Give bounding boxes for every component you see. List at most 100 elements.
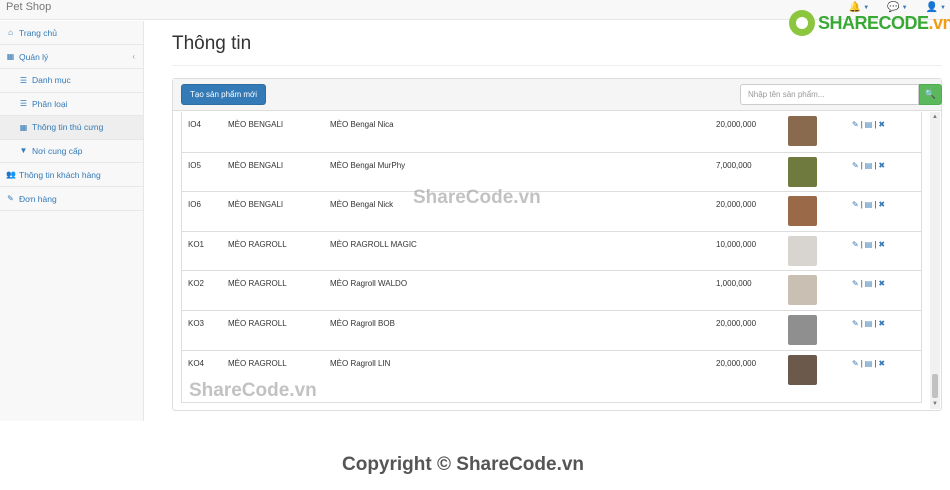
sidebar-item-pet-info[interactable]: ▦ Thông tin thú cưng (0, 116, 143, 140)
watermark-center: ShareCode.vn (413, 187, 541, 208)
detail-icon[interactable]: ▤ (865, 279, 873, 288)
pet-thumbnail (788, 354, 817, 385)
table-row: KO3 MÈO RAGROLL MÈO Ragroll BOB 20,000,0… (182, 309, 921, 350)
detail-icon[interactable]: ▤ (865, 359, 873, 368)
table-row: KO2 MÈO RAGROLL MÈO Ragroll WALDO 1,000,… (182, 270, 921, 310)
scrollbar-thumb[interactable] (932, 374, 938, 398)
separator: | (874, 160, 877, 170)
sidebar-item-label: Đơn hàng (19, 193, 57, 204)
table-row: IO6 MÈO BENGALI MÈO Bengal Nick 20,000,0… (182, 191, 921, 231)
table-icon: ▦ (6, 52, 15, 61)
product-panel: Tạo sản phẩm mới 🔍 IO4 MÈO BENGALI MÈO B… (172, 78, 942, 411)
cell-price: 20,000,000 (716, 200, 757, 210)
cell-price: 10,000,000 (716, 239, 757, 249)
home-icon: ⌂ (8, 28, 13, 37)
search-input[interactable] (740, 84, 919, 105)
separator: | (860, 160, 863, 170)
cell-category: MÈO RAGROLL (228, 318, 287, 328)
sidebar-item-label: Danh mục (32, 75, 71, 86)
edit-icon[interactable]: ✎ (852, 161, 859, 170)
edit-icon[interactable]: ✎ (852, 279, 859, 288)
cell-id: IO4 (188, 120, 201, 129)
separator: | (860, 200, 863, 210)
row-actions: ✎ | ▤ | ✖ (852, 359, 885, 368)
edit-icon[interactable]: ✎ (852, 240, 859, 249)
sidebar-item-classification[interactable]: ☰ Phân loại (0, 93, 143, 116)
separator: | (860, 279, 863, 289)
cell-category: MÈO RAGROLL (228, 239, 287, 249)
cell-name: MÈO Ragroll WALDO (330, 279, 408, 289)
sidebar-item-manage[interactable]: ▦ Quản lý ‹ (0, 45, 143, 69)
detail-icon[interactable]: ▤ (865, 319, 873, 328)
row-actions: ✎ | ▤ | ✖ (852, 161, 885, 170)
pet-thumbnail (788, 275, 817, 306)
cell-id: KO1 (188, 239, 205, 249)
main-content: Thông tin Tạo sản phẩm mới 🔍 IO4 MÈO BEN… (172, 21, 942, 411)
separator: | (874, 239, 877, 249)
edit-icon[interactable]: ✎ (852, 359, 859, 368)
detail-icon[interactable]: ▤ (865, 240, 873, 249)
separator: | (874, 200, 877, 210)
app-brand[interactable]: Pet Shop (6, 1, 51, 13)
cell-category: MÈO BENGALI (228, 200, 284, 210)
product-table: IO4 MÈO BENGALI MÈO Bengal Nica 20,000,0… (181, 112, 922, 403)
pet-thumbnail (788, 116, 817, 146)
cell-category: MÈO RAGROLL (228, 279, 287, 289)
delete-icon[interactable]: ✖ (878, 240, 885, 249)
row-actions: ✎ | ▤ | ✖ (852, 120, 885, 129)
filter-icon: ▼ (19, 146, 28, 156)
pet-thumbnail (788, 196, 817, 227)
sidebar-item-categories[interactable]: ☰ Danh mục (0, 69, 143, 93)
delete-icon[interactable]: ✖ (878, 359, 885, 368)
sidebar-item-label: Nơi cung cấp (32, 145, 83, 156)
cell-name: MÈO Ragroll BOB (330, 318, 395, 328)
list-icon: ☰ (19, 99, 28, 109)
cell-category: MÈO BENGALI (228, 120, 284, 129)
sidebar-item-label: Trang chủ (19, 27, 57, 38)
cell-id: IO5 (188, 160, 201, 170)
delete-icon[interactable]: ✖ (878, 161, 885, 170)
edit-icon: ✎ (7, 194, 14, 203)
row-actions: ✎ | ▤ | ✖ (852, 200, 885, 209)
separator: | (874, 318, 877, 328)
cell-category: MÈO BENGALI (228, 160, 284, 170)
cell-name: MÈO Bengal MurPhy (330, 160, 406, 170)
row-actions: ✎ | ▤ | ✖ (852, 240, 885, 249)
detail-icon[interactable]: ▤ (865, 120, 873, 129)
sidebar-item-customers[interactable]: 👥 Thông tin khách hàng (0, 163, 143, 187)
detail-icon[interactable]: ▤ (865, 200, 873, 209)
chevron-left-icon: ‹ (132, 52, 135, 61)
detail-icon[interactable]: ▤ (865, 161, 873, 170)
delete-icon[interactable]: ✖ (878, 279, 885, 288)
sidebar-item-home[interactable]: ⌂ Trang chủ (0, 21, 143, 45)
cell-name: MÈO RAGROLL MAGIC (330, 239, 417, 249)
cell-name: MÈO Bengal Nick (330, 200, 394, 210)
scroll-down-icon[interactable]: ▼ (930, 399, 940, 409)
delete-icon[interactable]: ✖ (878, 319, 885, 328)
panel-toolbar: Tạo sản phẩm mới 🔍 (173, 79, 942, 111)
edit-icon[interactable]: ✎ (852, 319, 859, 328)
watermark-lower: ShareCode.vn (189, 380, 317, 401)
separator: | (874, 279, 877, 289)
delete-icon[interactable]: ✖ (878, 120, 885, 129)
cell-id: KO4 (188, 358, 205, 368)
sidebar-item-orders[interactable]: ✎ Đơn hàng (0, 187, 143, 211)
cell-price: 20,000,000 (716, 120, 757, 129)
sidebar-item-suppliers[interactable]: ▼ Nơi cung cấp (0, 140, 143, 163)
scroll-up-icon[interactable]: ▲ (930, 112, 940, 122)
cell-name: MÈO Ragroll LIN (330, 358, 391, 368)
cell-name: MÈO Bengal Nica (330, 120, 394, 129)
cell-id: IO6 (188, 200, 201, 210)
search-button[interactable]: 🔍 (919, 84, 942, 105)
create-product-button[interactable]: Tạo sản phẩm mới (181, 84, 267, 105)
search-icon: 🔍 (924, 89, 937, 99)
grid-icon: ▦ (19, 122, 28, 132)
row-actions: ✎ | ▤ | ✖ (852, 279, 885, 288)
separator: | (860, 120, 863, 129)
page-title: Thông tin (172, 33, 252, 54)
delete-icon[interactable]: ✖ (878, 200, 885, 209)
edit-icon[interactable]: ✎ (852, 120, 859, 129)
cell-price: 20,000,000 (716, 358, 757, 368)
table-scrollbar[interactable]: ▲ ▼ (930, 112, 940, 409)
edit-icon[interactable]: ✎ (852, 200, 859, 209)
